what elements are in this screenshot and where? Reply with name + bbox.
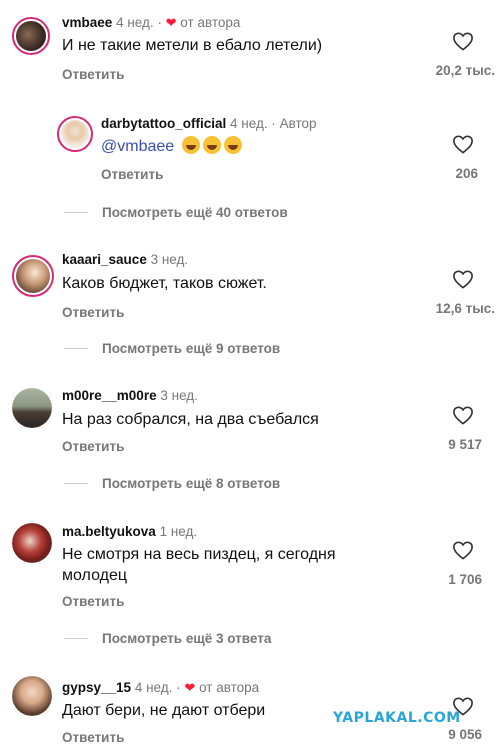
heart-outline-icon[interactable] (452, 405, 474, 425)
avatar[interactable] (57, 116, 93, 152)
heart-outline-icon[interactable] (452, 134, 474, 154)
comment-text-line: молодец (62, 567, 128, 584)
like-count: 9 056 (448, 727, 482, 742)
author-tag: Автор (279, 116, 317, 131)
author-tag: от автора (180, 15, 241, 30)
avatar[interactable] (12, 676, 52, 716)
view-more-replies[interactable]: Посмотреть ещё 8 ответов (102, 476, 280, 491)
face-with-tears-of-joy-icon (181, 136, 200, 154)
like-count: 12,6 тыс. (435, 301, 495, 316)
username[interactable]: darbytattoo_official (101, 116, 226, 131)
avatar[interactable] (12, 523, 52, 563)
comment-text: @vmbaee (101, 136, 242, 157)
reply-button[interactable]: Ответить (62, 730, 124, 745)
reply-button[interactable]: Ответить (101, 167, 163, 182)
timestamp: 4 нед. (116, 15, 154, 30)
comment-text-line: Не смотря на весь пиздец, я сегодня (62, 546, 336, 563)
divider (64, 483, 88, 484)
heart-icon: ❤ (184, 680, 196, 695)
mention-link[interactable]: @vmbaee (101, 138, 174, 155)
view-more-replies[interactable]: Посмотреть ещё 3 ответа (102, 631, 271, 646)
like-count: 20,2 тыс. (435, 63, 495, 78)
like-count: 9 517 (448, 437, 482, 452)
heart-icon: ❤ (165, 15, 177, 30)
heart-outline-icon[interactable] (452, 540, 474, 560)
like-count: 1 706 (448, 572, 482, 587)
divider (64, 212, 88, 213)
username[interactable]: ma.beltyukova (62, 524, 156, 539)
reply-button[interactable]: Ответить (62, 594, 124, 609)
comment-meta: m00re__m00re 3 нед. (62, 388, 198, 403)
comment-text: И не такие метели в ебало летели) (62, 37, 323, 54)
timestamp: 3 нед. (160, 388, 198, 403)
avatar[interactable] (12, 255, 54, 297)
view-more-replies[interactable]: Посмотреть ещё 9 ответов (102, 341, 280, 356)
timestamp: 1 нед. (159, 524, 198, 539)
face-with-tears-of-joy-icon (202, 136, 221, 154)
view-more-replies[interactable]: Посмотреть ещё 40 ответов (102, 205, 288, 220)
username[interactable]: kaaari_sauce (62, 252, 147, 267)
avatar[interactable] (12, 17, 50, 55)
watermark: YAPLAKAL.COM (333, 710, 461, 726)
comment-meta: gypsy__15 4 нед. · ❤ от автора (62, 680, 260, 695)
divider (64, 348, 88, 349)
username[interactable]: vmbaee (62, 15, 112, 30)
comment-text: Дают бери, не дают отбери (62, 702, 266, 719)
comment-meta: ma.beltyukova 1 нед. (62, 524, 197, 539)
like-count: 206 (455, 166, 478, 181)
comment-meta: darbytattoo_official 4 нед. · Автор (101, 116, 317, 131)
face-with-tears-of-joy-icon (223, 136, 242, 154)
timestamp: 3 нед. (150, 252, 189, 267)
reply-button[interactable]: Ответить (62, 439, 124, 454)
avatar[interactable] (12, 388, 52, 428)
username[interactable]: gypsy__15 (62, 680, 131, 695)
username[interactable]: m00re__m00re (62, 388, 157, 403)
reply-button[interactable]: Ответить (62, 67, 124, 82)
timestamp: 4 нед. (134, 680, 173, 695)
comment-text: На раз собрался, на два съебался (62, 411, 319, 428)
heart-outline-icon[interactable] (452, 269, 474, 289)
comment-text: Не смотря на весь пиздец, я сегодня моло… (62, 544, 336, 586)
comment-meta: kaaari_sauce 3 нед. (62, 252, 188, 267)
reply-button[interactable]: Ответить (62, 305, 124, 320)
heart-outline-icon[interactable] (452, 31, 474, 51)
divider (64, 638, 88, 639)
comment-text: Каков бюджет, таков сюжет. (62, 275, 267, 292)
comment-meta: vmbaee 4 нед. · ❤ от автора (62, 15, 241, 30)
author-tag: от автора (199, 680, 260, 695)
timestamp: 4 нед. (230, 116, 268, 131)
